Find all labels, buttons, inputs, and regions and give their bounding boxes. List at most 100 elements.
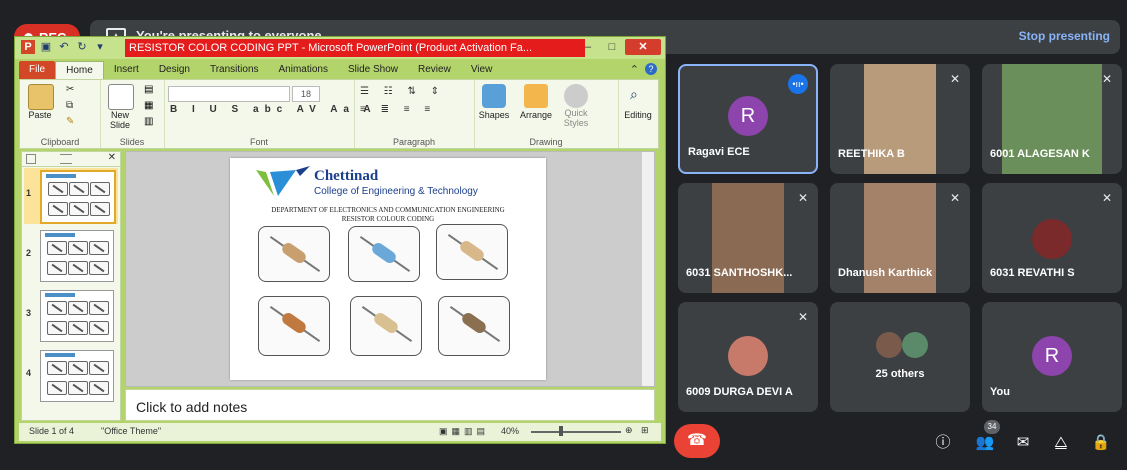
slide-thumbnail[interactable]: 1 [24,168,118,224]
save-icon[interactable]: ▣ [39,40,53,54]
activities-icon[interactable]: ⧋ [1046,428,1076,458]
zoom-slider-knob[interactable] [559,426,563,436]
group-label-paragraph: Paragraph [392,137,436,147]
tab-design[interactable]: Design [149,61,200,79]
redo-icon[interactable]: ↻ [75,40,89,54]
binoculars-icon[interactable]: ⌕ [630,86,638,103]
close-window-button[interactable]: ✕ [625,39,661,55]
participant-name: Ragavi ECE [688,146,750,158]
group-label-slides: Slides [119,137,145,147]
slides-group: New Slide ▤ ▦ ▥ Slides [100,80,165,148]
maximize-button[interactable]: □ [601,39,623,55]
participant-name: REETHIKA B [838,148,905,160]
layout-icon[interactable]: ▤ [144,84,153,95]
participant-tile-reethika[interactable]: ✕ REETHIKA B [830,64,970,174]
slide-number: 3 [26,308,32,318]
tab-file[interactable]: File [19,61,56,79]
zoom-slider[interactable] [531,431,621,433]
outline-tab-icon[interactable] [60,154,72,164]
participant-tile-durga[interactable]: ✕ 6009 DURGA DEVI A [678,302,818,412]
quick-styles-icon[interactable] [564,84,588,108]
paragraph-group: ☰ ☷ ⇅ ⇕ ≡ ≣ ≡ ≡ Paragraph [354,80,475,148]
slide-thumbnail[interactable]: 2 [24,228,118,284]
slide-counter: Slide 1 of 4 [29,426,75,436]
undo-icon[interactable]: ↶ [57,40,71,54]
arrange-label: Arrange [519,110,553,120]
participant-tile-ragavi[interactable]: R •ıı• Ragavi ECE [678,64,818,174]
view-buttons[interactable]: ▣▦▥▤ [439,426,489,437]
shapes-icon[interactable] [482,84,506,108]
zoom-level[interactable]: 40% [501,426,519,436]
end-call-button[interactable]: ☎ [674,424,720,458]
mic-off-icon: ✕ [949,72,960,86]
tab-insert[interactable]: Insert [104,61,149,79]
font-name-box[interactable] [168,86,290,102]
zoom-in-icon[interactable]: ⊕ [625,425,633,436]
minimize-button[interactable]: – [577,39,599,55]
minimize-ribbon-icon[interactable]: ⌃ [630,63,639,76]
notes-pane[interactable]: Click to add notes [125,389,655,421]
new-slide-icon[interactable] [108,84,134,110]
slide-thumbnail[interactable]: 3 [24,288,118,344]
list-buttons[interactable]: ☰ ☷ ⇅ ⇕ [360,86,445,97]
participant-tile-santhosh[interactable]: ✕ 6031 SANTHOSHK... [678,183,818,293]
tab-review[interactable]: Review [408,61,461,79]
slides-tab-icon[interactable] [26,154,36,164]
avatar [728,336,768,376]
cut-icon[interactable]: ✂ [66,84,74,95]
avatar [876,332,902,358]
participant-tile-revathi[interactable]: ✕ 6031 REVATHI S [982,183,1122,293]
copy-icon[interactable]: ⧉ [66,100,73,111]
group-label-drawing: Drawing [529,137,563,147]
department-heading: DEPARTMENT OF ELECTRONICS AND COMMUNICAT… [271,206,505,214]
quick-access-toolbar: P ▣ ↶ ↻ ▾ [21,40,107,54]
participant-name: You [990,386,1010,398]
participant-tile-others[interactable]: 25 others [830,302,970,412]
group-label-font: Font [249,137,268,147]
font-format-buttons[interactable]: B I U S abc AV Aa A [170,104,377,115]
customize-toolbar-icon[interactable]: ▾ [93,40,107,54]
participant-tile-alagesan[interactable]: ✕ 6001 ALAGESAN K [982,64,1122,174]
slide-number: 4 [26,368,32,378]
participant-name: Dhanush Karthick [838,267,933,279]
participant-name: 6031 REVATHI S [990,267,1075,279]
notes-placeholder: Click to add notes [136,399,248,415]
tab-animations[interactable]: Animations [269,61,338,79]
alignment-buttons[interactable]: ≡ ≣ ≡ ≡ [360,104,436,115]
status-bar: Slide 1 of 4 "Office Theme" ▣▦▥▤ 40% ⊕ ⊞ [19,423,661,441]
participant-tile-you[interactable]: R You [982,302,1122,412]
tab-slide-show[interactable]: Slide Show [338,61,408,79]
powerpoint-logo-icon[interactable]: P [21,40,35,54]
current-slide[interactable]: Chettinad College of Engineering & Techn… [230,158,546,380]
slide-number: 1 [26,188,32,198]
host-controls-icon[interactable]: 🔒 [1086,428,1116,458]
slide-number: 2 [26,248,32,258]
paste-icon[interactable] [28,84,54,110]
tab-transitions[interactable]: Transitions [200,61,269,79]
section-icon[interactable]: ▥ [144,116,153,127]
font-size-box[interactable]: 18 [292,86,320,102]
chat-icon[interactable]: ✉ [1008,428,1038,458]
vertical-scrollbar[interactable] [641,152,654,386]
participant-tile-dhanush[interactable]: ✕ Dhanush Karthick [830,183,970,293]
close-panel-icon[interactable]: ✕ [108,152,116,163]
tab-view[interactable]: View [461,61,503,79]
resistor-image [436,224,508,280]
reset-icon[interactable]: ▦ [144,100,153,111]
help-icon[interactable]: ? [645,63,657,75]
stop-presenting-button[interactable]: Stop presenting [1019,29,1110,43]
info-icon[interactable]: ⓘ [928,428,958,458]
new-slide-label: New Slide [109,110,130,130]
others-count: 25 others [875,368,925,380]
arrange-icon[interactable] [524,84,548,108]
font-group: 18 B I U S abc AV Aa A Font [164,80,371,148]
resistor-image [258,226,330,282]
powerpoint-window: P ▣ ↶ ↻ ▾ RESISTOR COLOR CODING PPT - Mi… [14,36,666,444]
editing-label[interactable]: Editing [618,110,658,120]
slide-thumbnail[interactable]: 4 [24,348,118,404]
fit-window-icon[interactable]: ⊞ [641,425,649,436]
format-painter-icon[interactable]: ✎ [66,116,74,127]
avatar [902,332,928,358]
tab-home[interactable]: Home [55,61,104,79]
clipboard-group: Paste ✂ ⧉ ✎ Clipboard [20,80,101,148]
